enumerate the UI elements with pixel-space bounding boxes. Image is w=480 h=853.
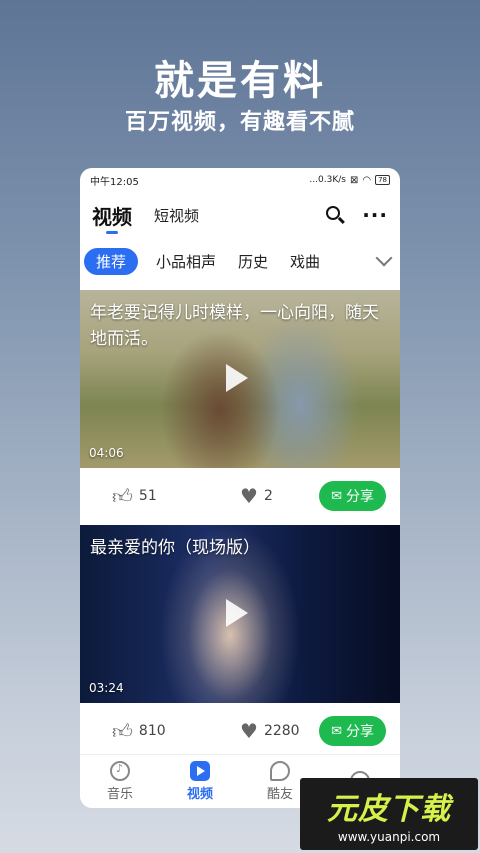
- tab-music[interactable]: 音乐: [80, 761, 160, 802]
- like-button[interactable]: 👍︎ 810: [112, 719, 212, 744]
- more-icon[interactable]: ···: [362, 203, 388, 227]
- favorite-count: 2: [263, 488, 273, 504]
- music-icon: [110, 761, 130, 781]
- search-icon[interactable]: [324, 204, 346, 226]
- video-duration: 03:24: [89, 681, 124, 695]
- like-count: 51: [138, 488, 157, 504]
- watermark-url: www.yuanpi.com: [337, 830, 441, 844]
- chevron-down-icon[interactable]: [375, 249, 393, 267]
- wifi-icon: ◠: [362, 174, 372, 186]
- category-recommend[interactable]: 推荐: [84, 247, 139, 275]
- phone-screen: 中午12:05 ...0.3K/s ⊠ ◠ 78 视频 短视频 ··· 推荐 小…: [80, 168, 400, 808]
- sim-icon: ⊠: [349, 174, 359, 186]
- top-bar: 视频 短视频 ···: [80, 198, 400, 234]
- video-title: 年老要记得儿时模样，一心向阳，随天地而活。: [90, 303, 379, 349]
- video-actions-1: 👍︎ 51 ♥ 2 ✉ 分享: [80, 468, 400, 524]
- category-history[interactable]: 历史: [238, 251, 268, 272]
- video-card-2[interactable]: 最亲爱的你（现场版） 03:24: [80, 525, 400, 703]
- tab-short-video[interactable]: 短视频: [154, 205, 199, 226]
- share-label: 分享: [346, 489, 374, 505]
- tab-label: 酷友: [266, 787, 293, 802]
- share-button[interactable]: ✉ 分享: [319, 481, 386, 511]
- share-button[interactable]: ✉ 分享: [319, 716, 386, 746]
- chat-bubble-icon: [270, 761, 290, 781]
- tab-video-bottom[interactable]: 视频: [160, 761, 240, 802]
- thumbs-up-icon: 👍︎: [112, 483, 133, 508]
- promo-title: 就是有料: [154, 58, 326, 104]
- tab-video[interactable]: 视频: [92, 201, 132, 234]
- status-time: 中午12:05: [90, 176, 139, 188]
- video-duration: 04:06: [89, 446, 124, 460]
- like-count: 810: [138, 723, 166, 739]
- wechat-icon: ✉: [331, 488, 342, 504]
- heart-icon: ♥: [240, 484, 258, 508]
- video-actions-2: 👍︎ 810 ♥ 2280 ✉ 分享: [80, 703, 400, 759]
- tab-label: 视频: [186, 787, 213, 802]
- watermark-text: 元皮下载: [327, 792, 451, 827]
- video-play-icon: [190, 761, 210, 781]
- play-icon[interactable]: [226, 364, 248, 392]
- category-sketch[interactable]: 小品相声: [156, 251, 216, 272]
- network-speed: ...0.3K/s: [309, 175, 346, 185]
- battery-icon: 78: [375, 175, 390, 185]
- status-bar: 中午12:05 ...0.3K/s ⊠ ◠ 78: [80, 168, 400, 192]
- share-label: 分享: [346, 724, 374, 740]
- category-bar: 推荐 小品相声 历史 戏曲: [80, 246, 400, 276]
- like-button[interactable]: 👍︎ 51: [112, 484, 212, 509]
- video-card-1[interactable]: 年老要记得儿时模样，一心向阳，随天地而活。 04:06: [80, 290, 400, 468]
- thumbs-up-icon: 👍︎: [112, 718, 133, 743]
- play-icon[interactable]: [226, 599, 248, 627]
- favorite-count: 2280: [263, 723, 300, 739]
- category-opera[interactable]: 戏曲: [290, 251, 320, 272]
- promo-subtitle: 百万视频，有趣看不腻: [124, 110, 355, 135]
- watermark-logo: 元皮下载 www.yuanpi.com: [300, 778, 478, 850]
- heart-icon: ♥: [240, 719, 258, 743]
- video-title: 最亲爱的你（现场版）: [90, 538, 260, 558]
- wechat-icon: ✉: [331, 723, 342, 739]
- tab-label: 音乐: [106, 787, 133, 802]
